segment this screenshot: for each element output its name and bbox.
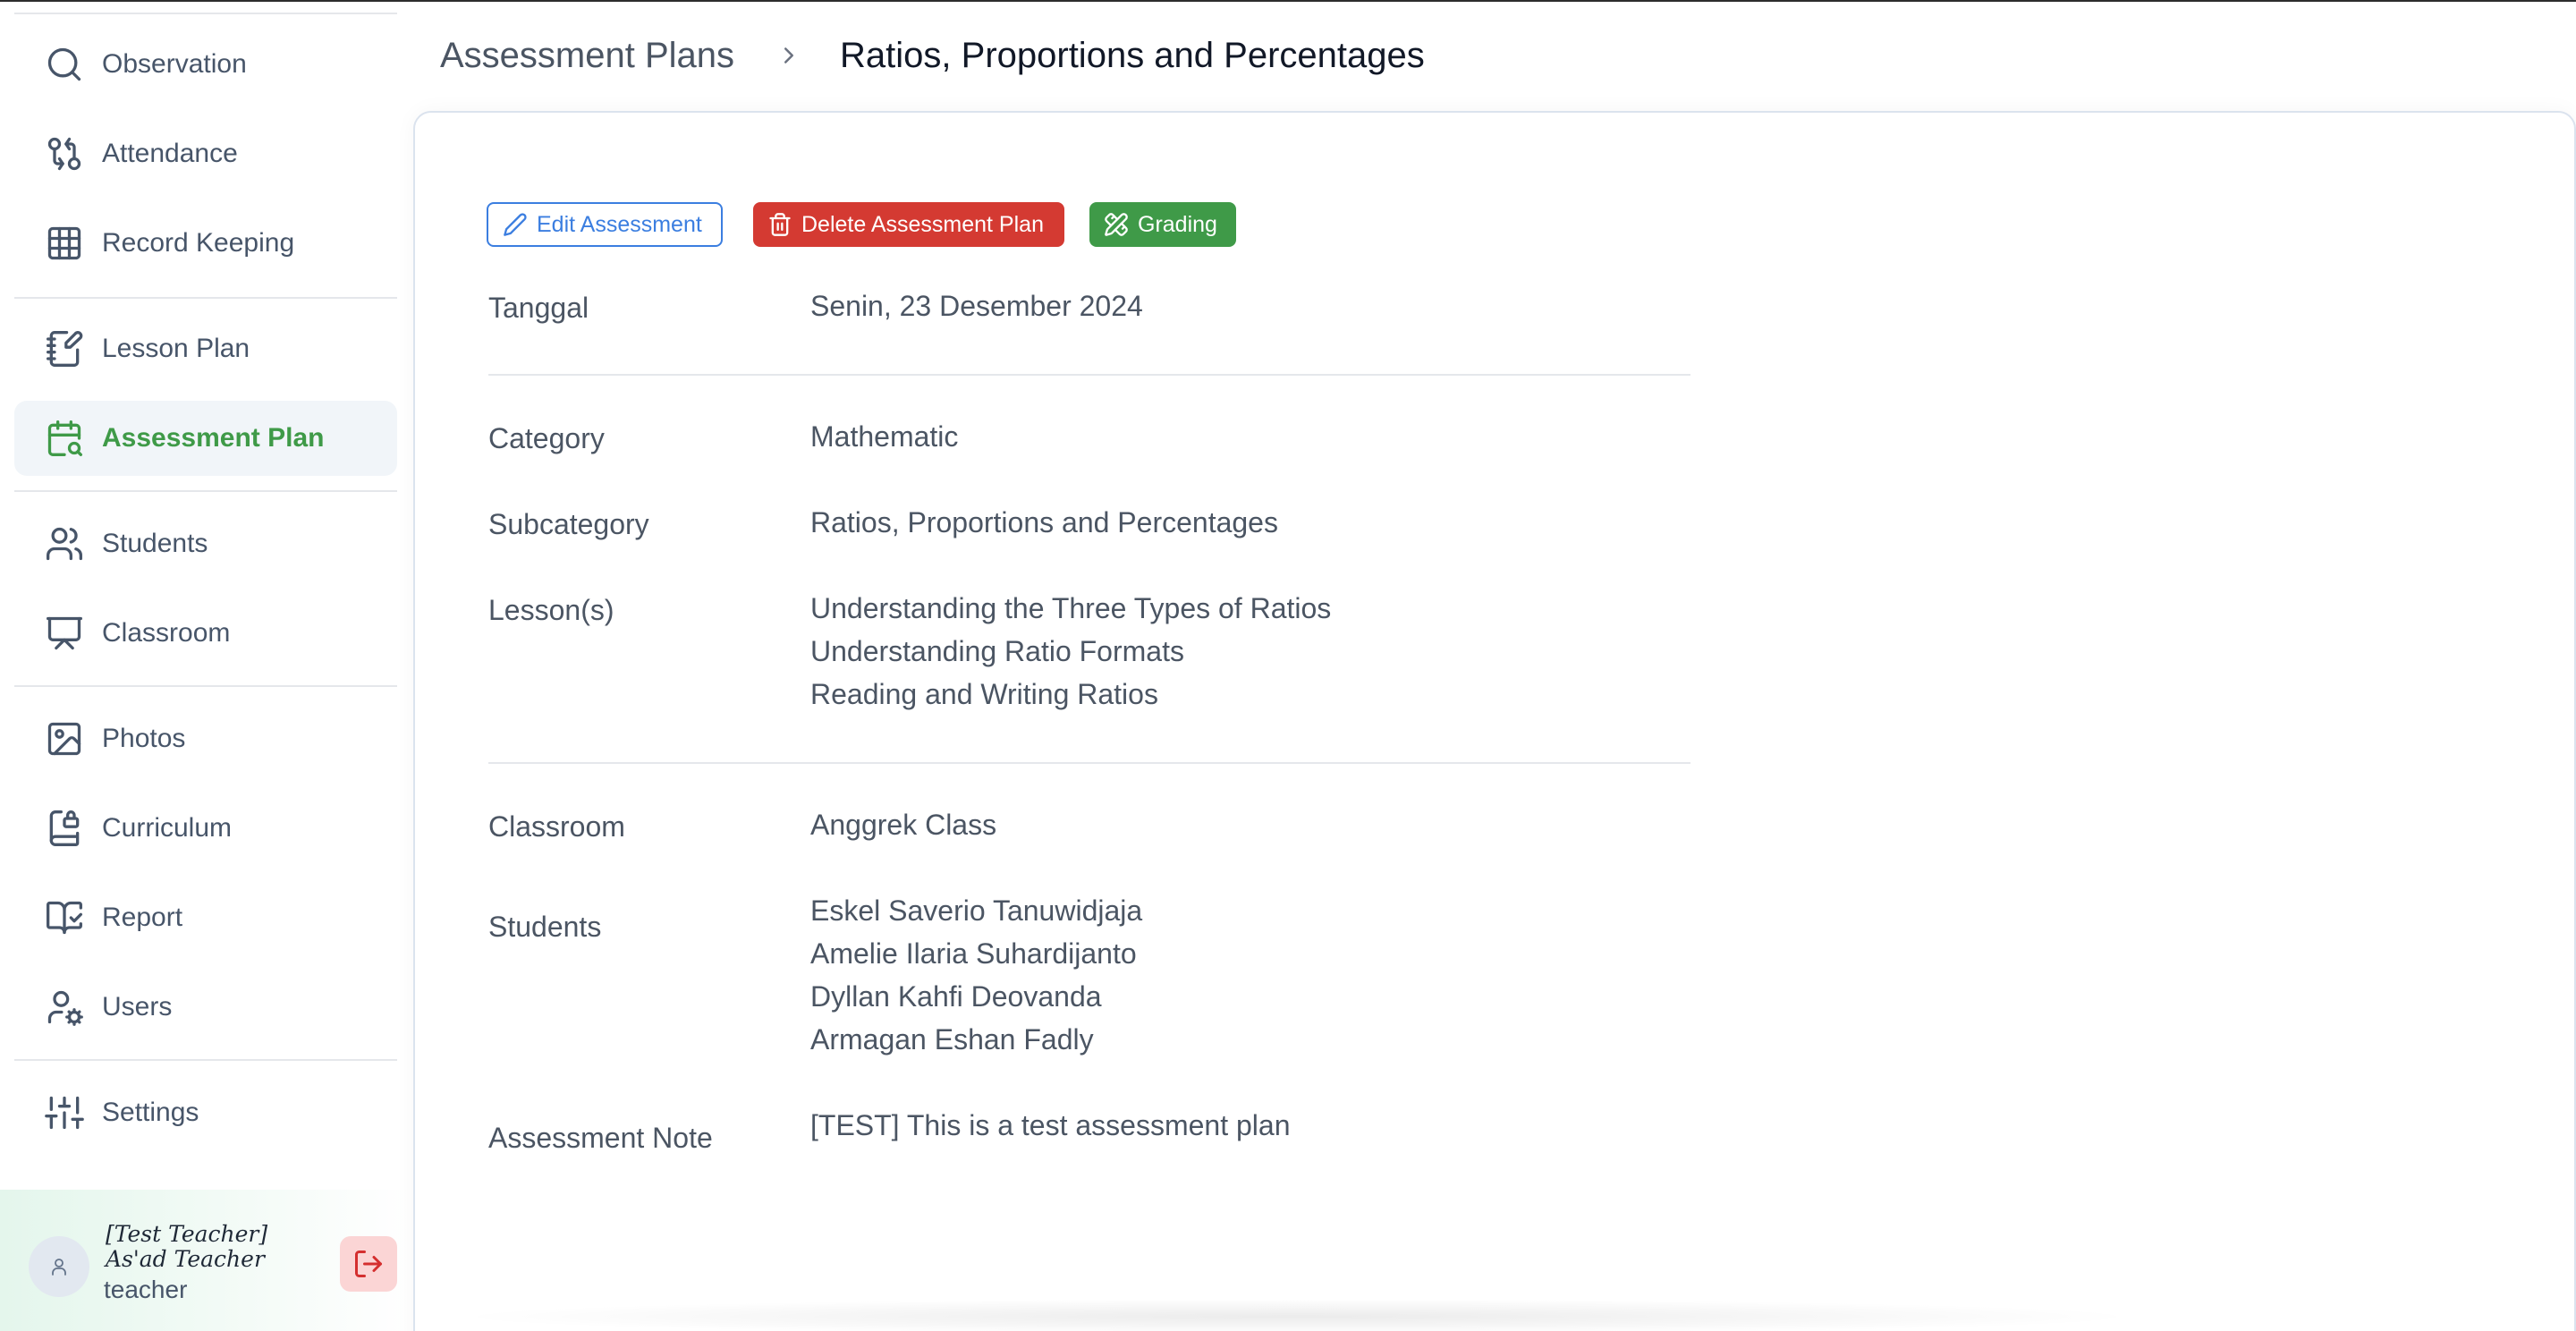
sidebar-item-settings[interactable]: Settings [14,1075,397,1150]
category-label: Category [488,422,605,454]
book-lock-icon [43,807,86,850]
user-icon [52,1259,66,1276]
user-name: [Test Teacher] As'ad Teacher [106,1221,268,1272]
sidebar-item-label: Curriculum [102,813,233,843]
grid-icon [43,222,86,265]
notebook-pen-icon [43,327,86,370]
trash-icon [769,213,791,236]
sidebar-item-observation[interactable]: Observation [14,27,397,102]
sidebar-item-assessment-plan[interactable]: Assessment Plan [14,401,397,476]
sidebar-item-label: Students [102,529,208,558]
user-cog-icon [43,986,86,1029]
grading-button[interactable]: Grading [1089,202,1236,247]
list-item: Understanding Ratio Formats [810,635,1184,667]
category-value: Mathematic [810,420,959,453]
list-item: Armagan Eshan Fadly [810,1023,1094,1055]
sidebar-item-label: Settings [102,1098,199,1127]
assessment-note-value: [TEST] This is a test assessment plan [810,1109,1291,1141]
lessons-label: Lesson(s) [488,594,614,626]
sidebar-item-record-keeping[interactable]: Record Keeping [14,206,397,281]
logout-button[interactable] [340,1236,397,1292]
subcategory-label: Subcategory [488,508,649,540]
subcategory-value: Ratios, Proportions and Percentages [810,506,1278,538]
avatar[interactable] [29,1236,89,1297]
sidebar-item-photos[interactable]: Photos [14,701,397,776]
sidebar-divider [14,490,397,492]
sidebar-item-label: Observation [102,49,247,79]
book-check-icon [43,896,86,939]
edit-assessment-label: Edit Assessment [537,211,702,237]
sidebar-item-label: Classroom [102,618,231,648]
sliders-icon [43,1091,86,1134]
delete-assessment-plan-label: Delete Assessment Plan [801,211,1044,237]
presentation-icon [43,612,86,655]
sidebar-item-label: Photos [102,724,186,753]
sidebar-item-lesson-plan[interactable]: Lesson Plan [14,311,397,386]
breadcrumb: Assessment Plans Ratios, Proportions and… [440,30,1425,81]
list-item: Understanding the Three Types of Ratios [810,592,1332,624]
date-value: Senin, 23 Desember 2024 [810,290,1143,322]
logout-icon [355,1250,382,1277]
chevron-right-icon [775,42,802,69]
sidebar-item-classroom[interactable]: Classroom [14,596,397,671]
students-label: Students [488,911,602,943]
user-panel: [Test Teacher] As'ad Teacher teacher [0,1190,411,1331]
page-title: Ratios, Proportions and Percentages [840,35,1425,75]
classroom-label: Classroom [488,810,625,843]
sidebar-item-label: Record Keeping [102,228,295,258]
lessons-list: Understanding the Three Types of Ratios … [810,587,1331,716]
section-divider [488,762,1690,764]
list-item: Dyllan Kahfi Deovanda [810,980,1102,1013]
list-item: Eskel Saverio Tanuwidjaja [810,894,1143,927]
search-icon [43,43,86,86]
image-icon [43,717,86,760]
section-divider [488,374,1690,376]
sidebar-item-label: Attendance [102,139,238,168]
classroom-value: Anggrek Class [810,809,997,841]
delete-assessment-plan-button[interactable]: Delete Assessment Plan [753,202,1064,247]
sidebar-item-label: Report [102,903,183,932]
card-shadow [447,1299,2147,1331]
sidebar-item-attendance[interactable]: Attendance [14,116,397,191]
user-role: teacher [104,1276,188,1303]
sidebar-divider [14,1059,397,1061]
sidebar-item-curriculum[interactable]: Curriculum [14,791,397,866]
pencil-icon [504,213,527,236]
sidebar: Observation Attendance Record Keeping Le… [0,2,411,1331]
sidebar-divider [14,13,397,14]
sidebar-item-label: Lesson Plan [102,334,250,363]
pencil-ruler-icon [1105,213,1128,236]
git-compare-icon [43,132,86,175]
date-label: Tanggal [488,292,589,324]
students-list: Eskel Saverio Tanuwidjaja Amelie Ilaria … [810,889,1142,1061]
breadcrumb-link-assessment-plans[interactable]: Assessment Plans [440,36,734,76]
assessment-note-label: Assessment Note [488,1122,713,1154]
list-item: Reading and Writing Ratios [810,678,1158,710]
sidebar-item-label: Users [102,992,173,1022]
sidebar-divider [14,297,397,299]
grading-label: Grading [1138,211,1217,237]
sidebar-item-label: Assessment Plan [102,423,325,453]
users-icon [43,522,86,565]
assessment-detail-card: Edit Assessment Delete Assessment Plan G… [413,111,2576,1331]
sidebar-item-students[interactable]: Students [14,506,397,581]
list-item: Amelie Ilaria Suhardijanto [810,937,1137,970]
edit-assessment-button[interactable]: Edit Assessment [487,202,723,247]
sidebar-divider [14,685,397,687]
sidebar-item-report[interactable]: Report [14,880,397,955]
sidebar-item-users[interactable]: Users [14,970,397,1045]
calendar-search-icon [43,417,86,460]
